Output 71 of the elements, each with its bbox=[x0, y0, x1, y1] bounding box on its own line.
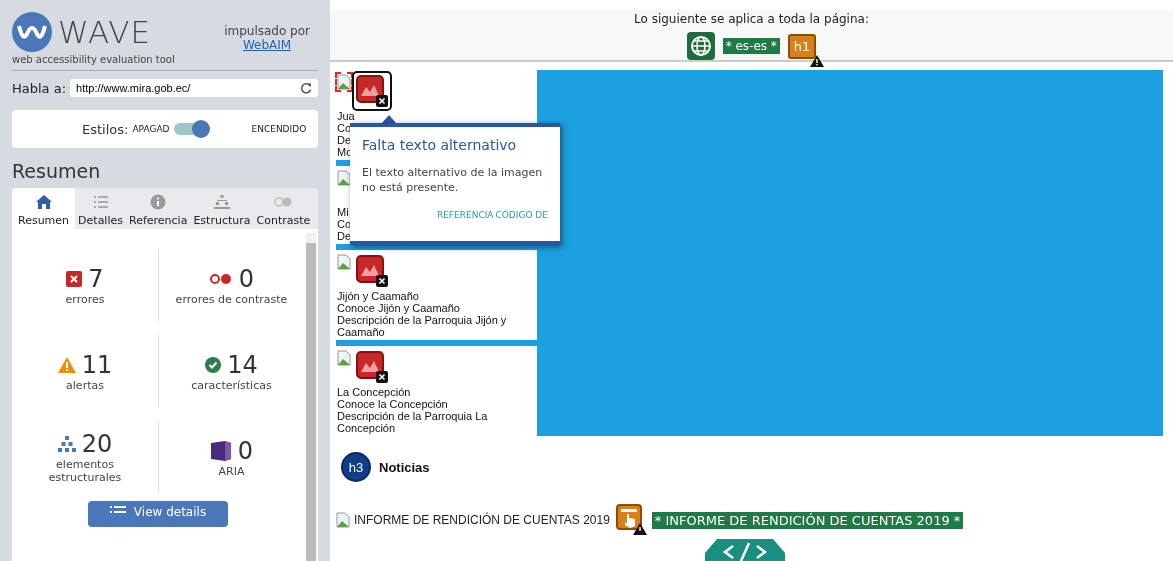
stat-count: 14 bbox=[227, 350, 258, 379]
stat-label: elementos estructurales bbox=[47, 458, 123, 484]
logo-subtitle: web accessibility evaluation tool bbox=[12, 54, 175, 65]
on-label: ENCENDIDO bbox=[251, 124, 307, 134]
language-tag[interactable]: * es-es * bbox=[722, 38, 780, 54]
home-icon[interactable] bbox=[34, 194, 53, 210]
check-icon bbox=[205, 356, 222, 373]
notice-text: Lo siguiente se aplica a toda la página: bbox=[634, 12, 869, 26]
card-text: Conoce la Concepción bbox=[337, 398, 448, 410]
wave-logo-icon bbox=[12, 12, 52, 52]
image-error-icon[interactable] bbox=[355, 350, 389, 384]
styles-label: Estilos: bbox=[82, 121, 129, 137]
code-icon[interactable] bbox=[705, 539, 785, 561]
card-text: Conoce Jijón y Caamaño bbox=[337, 302, 460, 314]
stat-label: errores bbox=[64, 292, 106, 306]
image-error-icon[interactable] bbox=[355, 254, 389, 288]
error-icon bbox=[66, 270, 83, 287]
popup-link[interactable]: REFERENCIA bbox=[436, 209, 494, 220]
image-error-icon[interactable] bbox=[355, 74, 389, 108]
image-alt-text: INFORME DE RENDICIÓN DE CUENTAS 2019 bbox=[354, 513, 610, 527]
broken-image-icon bbox=[336, 512, 350, 528]
broken-image-icon bbox=[337, 170, 351, 186]
panel-tab[interactable]: Detalles bbox=[75, 188, 126, 229]
card-text: Mi bbox=[337, 206, 349, 218]
stat-count: 0 bbox=[238, 264, 255, 293]
url-field[interactable]: http://www.mira.gob.ec/ bbox=[70, 79, 318, 97]
card-text: Jijón y Caamaño bbox=[337, 290, 419, 302]
stat-count: 0 bbox=[237, 436, 254, 465]
stat-count: 7 bbox=[88, 264, 104, 293]
info-icon[interactable] bbox=[149, 194, 168, 210]
popup-title: Falta texto alternativo bbox=[362, 137, 518, 153]
alt-text-tag[interactable]: * INFORME DE RENDICIÓN DE CUENTAS 2019 * bbox=[651, 511, 964, 529]
url-label: Habla a: bbox=[12, 80, 67, 96]
card-text: Descripción de la Parroquia Jijón y Caamaño bbox=[337, 314, 508, 338]
stat-count: 11 bbox=[81, 350, 113, 379]
powered-by-text: impulsado por bbox=[224, 24, 310, 38]
scrollbar[interactable] bbox=[306, 233, 316, 561]
stat-label: errores de contraste bbox=[175, 292, 288, 306]
panel-tab[interactable]: Referencia bbox=[126, 188, 191, 229]
popup-text: El texto alternativo de la imagen no está presente. bbox=[362, 165, 544, 196]
card-text: Jua bbox=[337, 110, 355, 122]
refresh-icon[interactable] bbox=[300, 82, 312, 94]
aria-icon bbox=[209, 439, 232, 462]
news-heading: Noticias bbox=[379, 459, 430, 475]
webaim-link[interactable]: WebAIM bbox=[242, 38, 292, 52]
panel-tab[interactable]: Resumen bbox=[12, 188, 76, 229]
logo-title: WAVE bbox=[58, 14, 151, 50]
card-text: Descripción de la Parroquia La Concepción bbox=[337, 410, 489, 434]
contrast-icon bbox=[208, 272, 233, 285]
alert-icon bbox=[57, 356, 76, 373]
stat-label: ARIA bbox=[218, 464, 245, 478]
card-text: De bbox=[337, 230, 352, 242]
structure-icon bbox=[57, 436, 76, 452]
popup-link[interactable]: CÓDIGO DE bbox=[495, 209, 548, 220]
panel-tab[interactable]: Contraste bbox=[253, 188, 314, 229]
styles-toggle[interactable] bbox=[173, 123, 208, 135]
h3-badge[interactable]: h3 bbox=[341, 452, 371, 482]
stat-count: 20 bbox=[81, 430, 113, 458]
off-label: APAGAD bbox=[132, 124, 170, 134]
globe-icon[interactable] bbox=[686, 32, 715, 60]
broken-image-icon bbox=[337, 350, 351, 366]
broken-image-icon bbox=[337, 74, 351, 90]
summary-heading: Resumen bbox=[12, 160, 102, 182]
stat-label: alertas bbox=[65, 378, 105, 392]
stat-label: características bbox=[191, 378, 272, 392]
card-text: La Concepción bbox=[337, 386, 411, 398]
view-details-button[interactable]: View details bbox=[87, 501, 229, 527]
card-text: De bbox=[337, 134, 352, 146]
broken-image-icon bbox=[337, 254, 351, 270]
link-alert-icon[interactable] bbox=[615, 504, 648, 536]
panel-tab[interactable]: Estructura bbox=[190, 188, 254, 229]
